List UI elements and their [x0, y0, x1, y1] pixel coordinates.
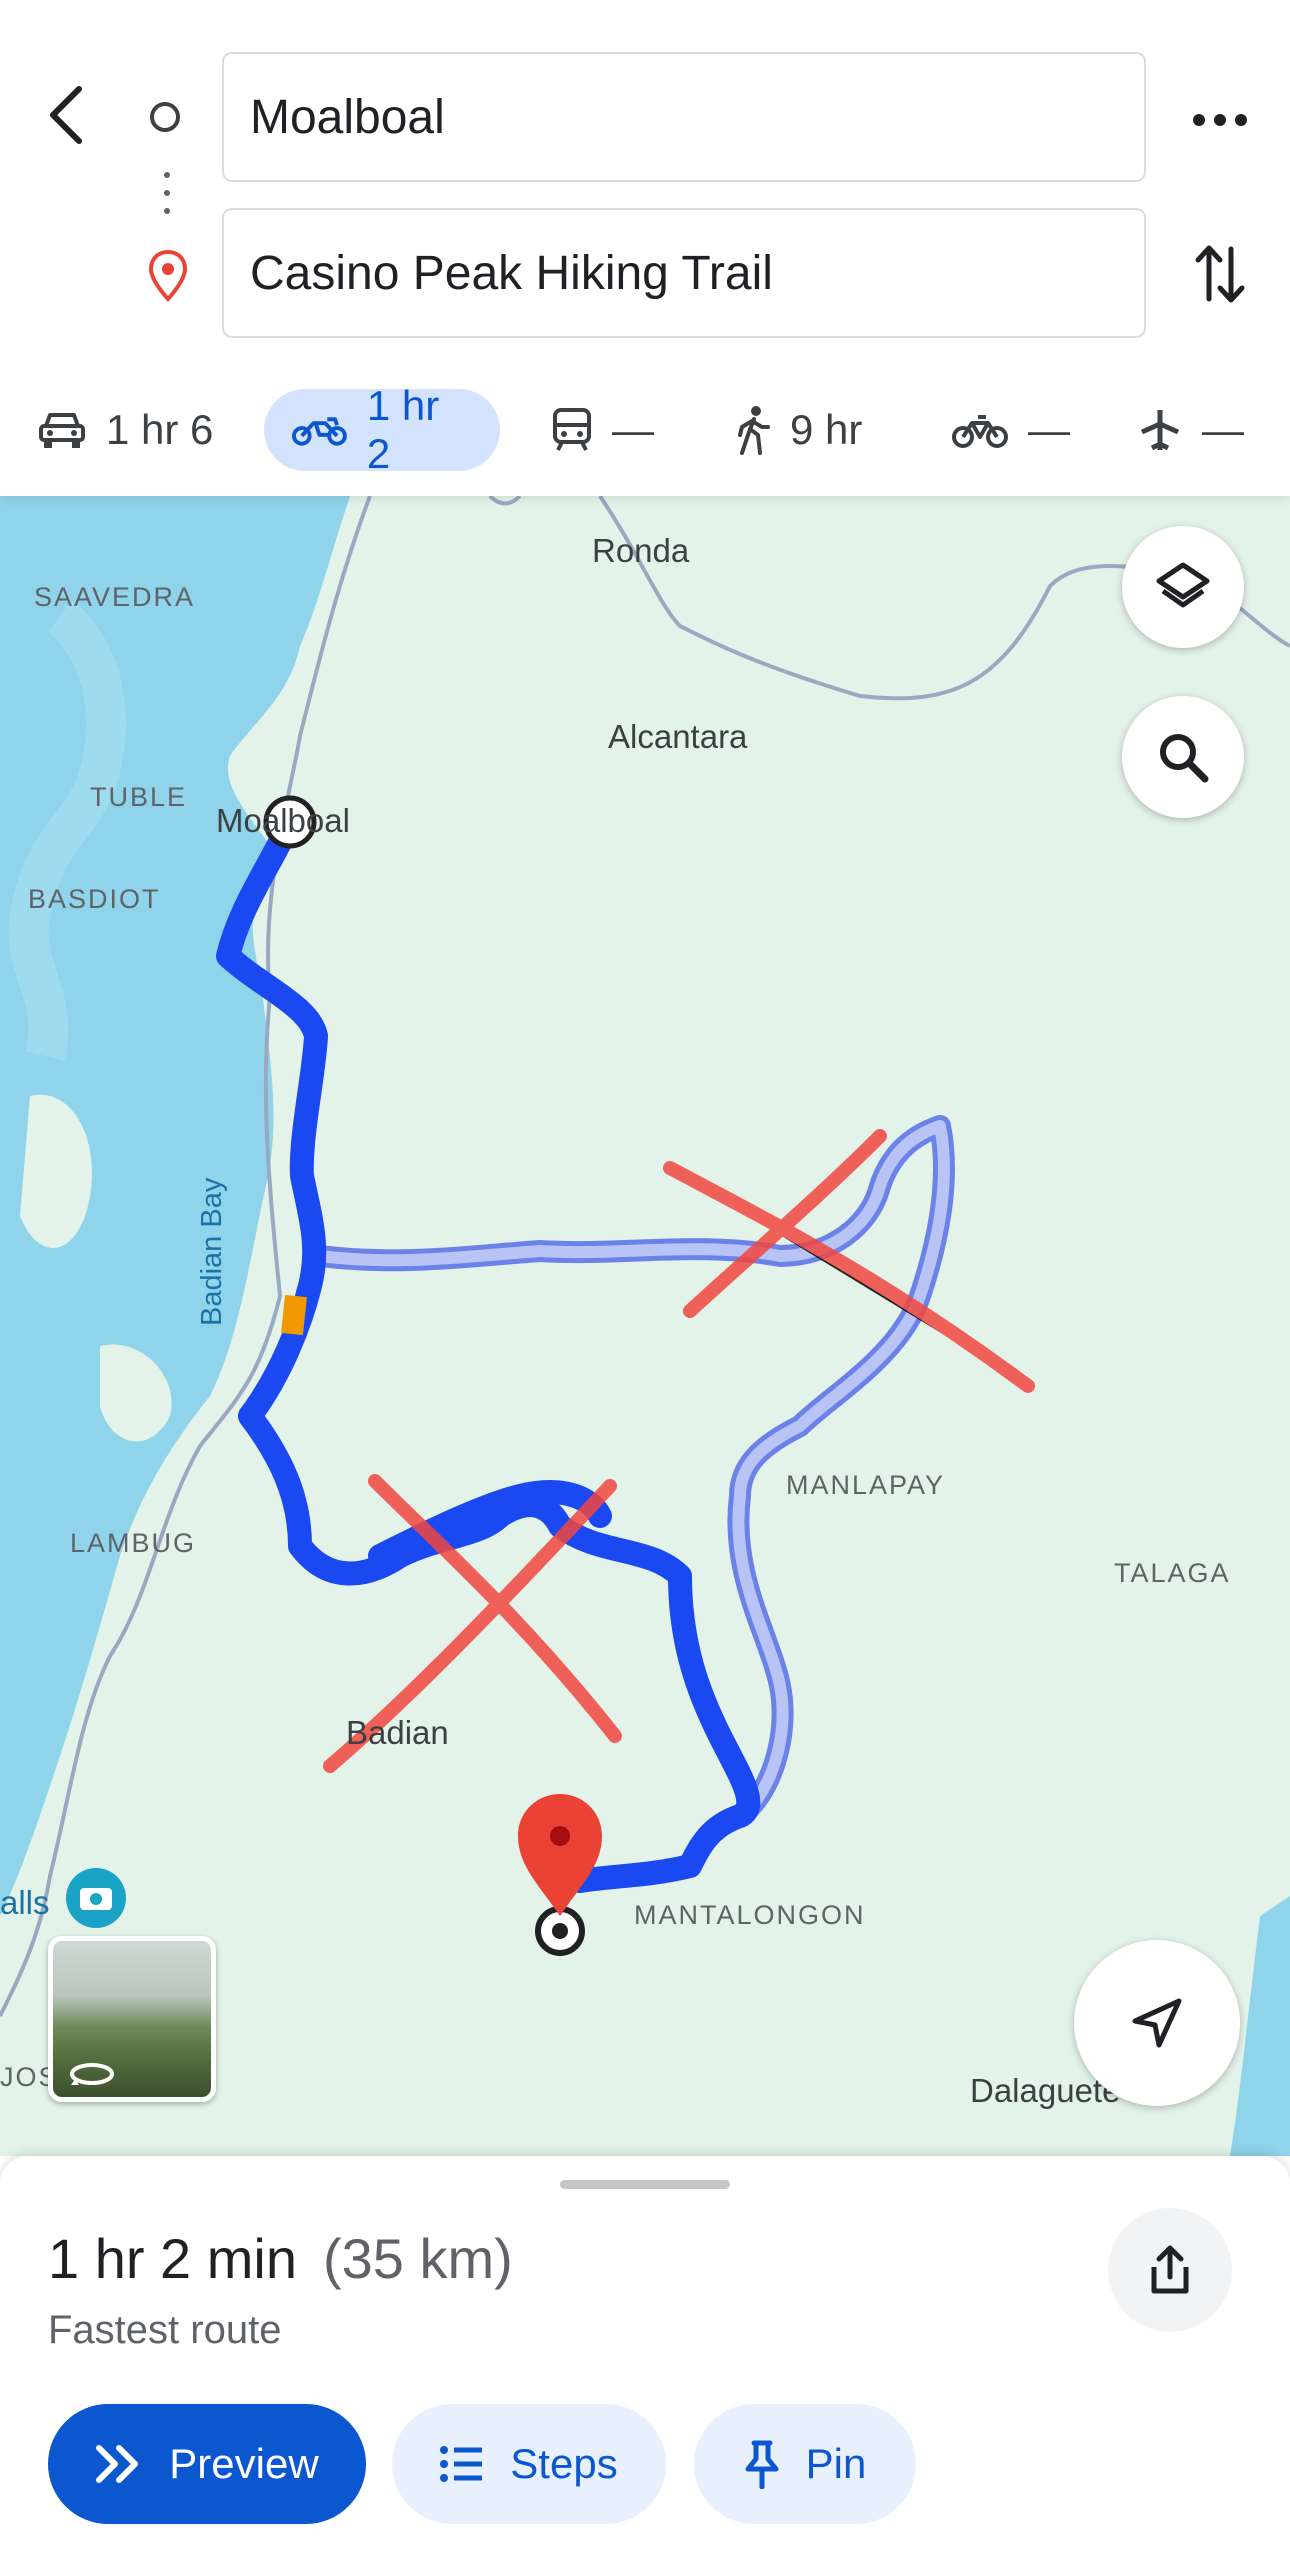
mode-walking-time: 9 hr	[790, 406, 863, 453]
road	[488, 496, 522, 506]
pin-label: Pin	[805, 2440, 867, 2487]
motorcycle-icon	[292, 417, 347, 446]
map-label-mantalongon: MANTALONGON	[634, 1900, 866, 1930]
swap-vertical-icon	[1195, 245, 1245, 303]
share-icon	[1151, 2245, 1189, 2294]
mode-driving-time: 1 hr 6	[106, 406, 214, 453]
navigation-arrow-icon	[1132, 1998, 1182, 2048]
map-view[interactable]: Ronda SAAVEDRA Alcantara TUBLE Moalboal …	[0, 496, 1290, 2156]
swap-directions-button[interactable]	[1190, 238, 1250, 310]
search-along-route-button[interactable]	[1122, 696, 1244, 818]
mode-cycling[interactable]: —	[952, 389, 1070, 471]
street-view-thumbnail[interactable]	[48, 1936, 216, 2102]
map-label-lambug: LAMBUG	[70, 1528, 197, 1558]
annotation-cross	[323, 1129, 1035, 1773]
origin-input[interactable]: Moalboal	[222, 52, 1146, 182]
directions-header: Moalboal Casino Peak Hiking Trail 1 hr 6…	[0, 0, 1290, 496]
start-navigation-button[interactable]	[1074, 1940, 1240, 2106]
share-button[interactable]	[1108, 2208, 1232, 2332]
more-horizontal-icon	[1193, 114, 1247, 126]
mode-flight-time: —	[1202, 406, 1244, 453]
route-dots-icon	[164, 172, 170, 222]
mode-transit-time: —	[612, 406, 654, 453]
camera-marker-icon	[66, 1868, 126, 1928]
map-label-basdiot: BASDIOT	[28, 884, 161, 914]
steps-label: Steps	[510, 2440, 618, 2487]
sheet-drag-handle[interactable]	[560, 2180, 730, 2189]
preview-label: Preview	[169, 2440, 319, 2487]
transit-icon	[553, 408, 591, 451]
car-icon	[39, 413, 85, 448]
mode-transit[interactable]: —	[552, 389, 654, 471]
destination-input[interactable]: Casino Peak Hiking Trail	[222, 208, 1146, 338]
map-label-badian-bay: Badian Bay	[196, 1177, 228, 1326]
route-distance: (35 km)	[323, 2227, 513, 2290]
back-arrow-icon	[50, 86, 82, 144]
steps-button[interactable]: Steps	[392, 2404, 666, 2524]
destination-pin-icon	[148, 250, 188, 302]
bicycle-icon	[952, 415, 1008, 448]
mode-cycling-time: —	[1028, 406, 1070, 453]
pin-button[interactable]: Pin	[694, 2404, 916, 2524]
route-subtitle: Fastest route	[48, 2308, 282, 2352]
directions-screen: Moalboal Casino Peak Hiking Trail 1 hr 6…	[0, 0, 1290, 2556]
route-duration-value: 1 hr 2 min	[48, 2227, 297, 2290]
back-button[interactable]	[30, 70, 100, 160]
primary-route	[216, 810, 761, 1893]
map-label-tuble: TUBLE	[90, 782, 188, 812]
rotate-360-icon	[70, 2063, 114, 2085]
map-label-saavedra: SAAVEDRA	[34, 582, 196, 612]
traffic-segment	[281, 1294, 307, 1336]
walking-icon	[738, 406, 770, 455]
map-label-manlapay: MANLAPAY	[786, 1470, 946, 1500]
map-label-ronda: Ronda	[592, 532, 690, 569]
destination-marker	[518, 1794, 602, 1956]
double-chevron-right-icon	[96, 2445, 139, 2483]
map-label-badian: Badian	[346, 1714, 449, 1751]
pushpin-icon	[745, 2440, 779, 2489]
mode-walking[interactable]: 9 hr	[736, 389, 862, 471]
flight-icon	[1140, 410, 1180, 451]
mode-driving[interactable]: 1 hr 6	[38, 389, 213, 471]
map-label-moalboal: Moalboal	[216, 802, 350, 839]
preview-button[interactable]: Preview	[48, 2404, 366, 2524]
travel-mode-bar: 1 hr 6 1 hr 2 — 9 hr — —	[0, 382, 1290, 477]
route-summary-sheet: 1 hr 2 min (35 km) Fastest route Preview …	[0, 2156, 1290, 2556]
list-icon	[440, 2446, 483, 2482]
map-label-alcantara: Alcantara	[608, 718, 748, 755]
mode-motorcycle-time: 1 hr 2	[366, 382, 440, 477]
map-label-talaga: TALAGA	[1114, 1558, 1231, 1588]
more-options-button[interactable]	[1186, 95, 1254, 145]
mode-flight[interactable]: —	[1138, 389, 1244, 471]
route-duration: 1 hr 2 min (35 km)	[48, 2226, 513, 2291]
layers-button[interactable]	[1122, 526, 1244, 648]
mode-motorcycle[interactable]: 1 hr 2	[264, 382, 500, 477]
search-icon	[1160, 734, 1209, 783]
map-label-falls: alls	[0, 1884, 50, 1921]
layers-icon	[1156, 562, 1210, 608]
origin-circle-icon	[150, 102, 180, 132]
